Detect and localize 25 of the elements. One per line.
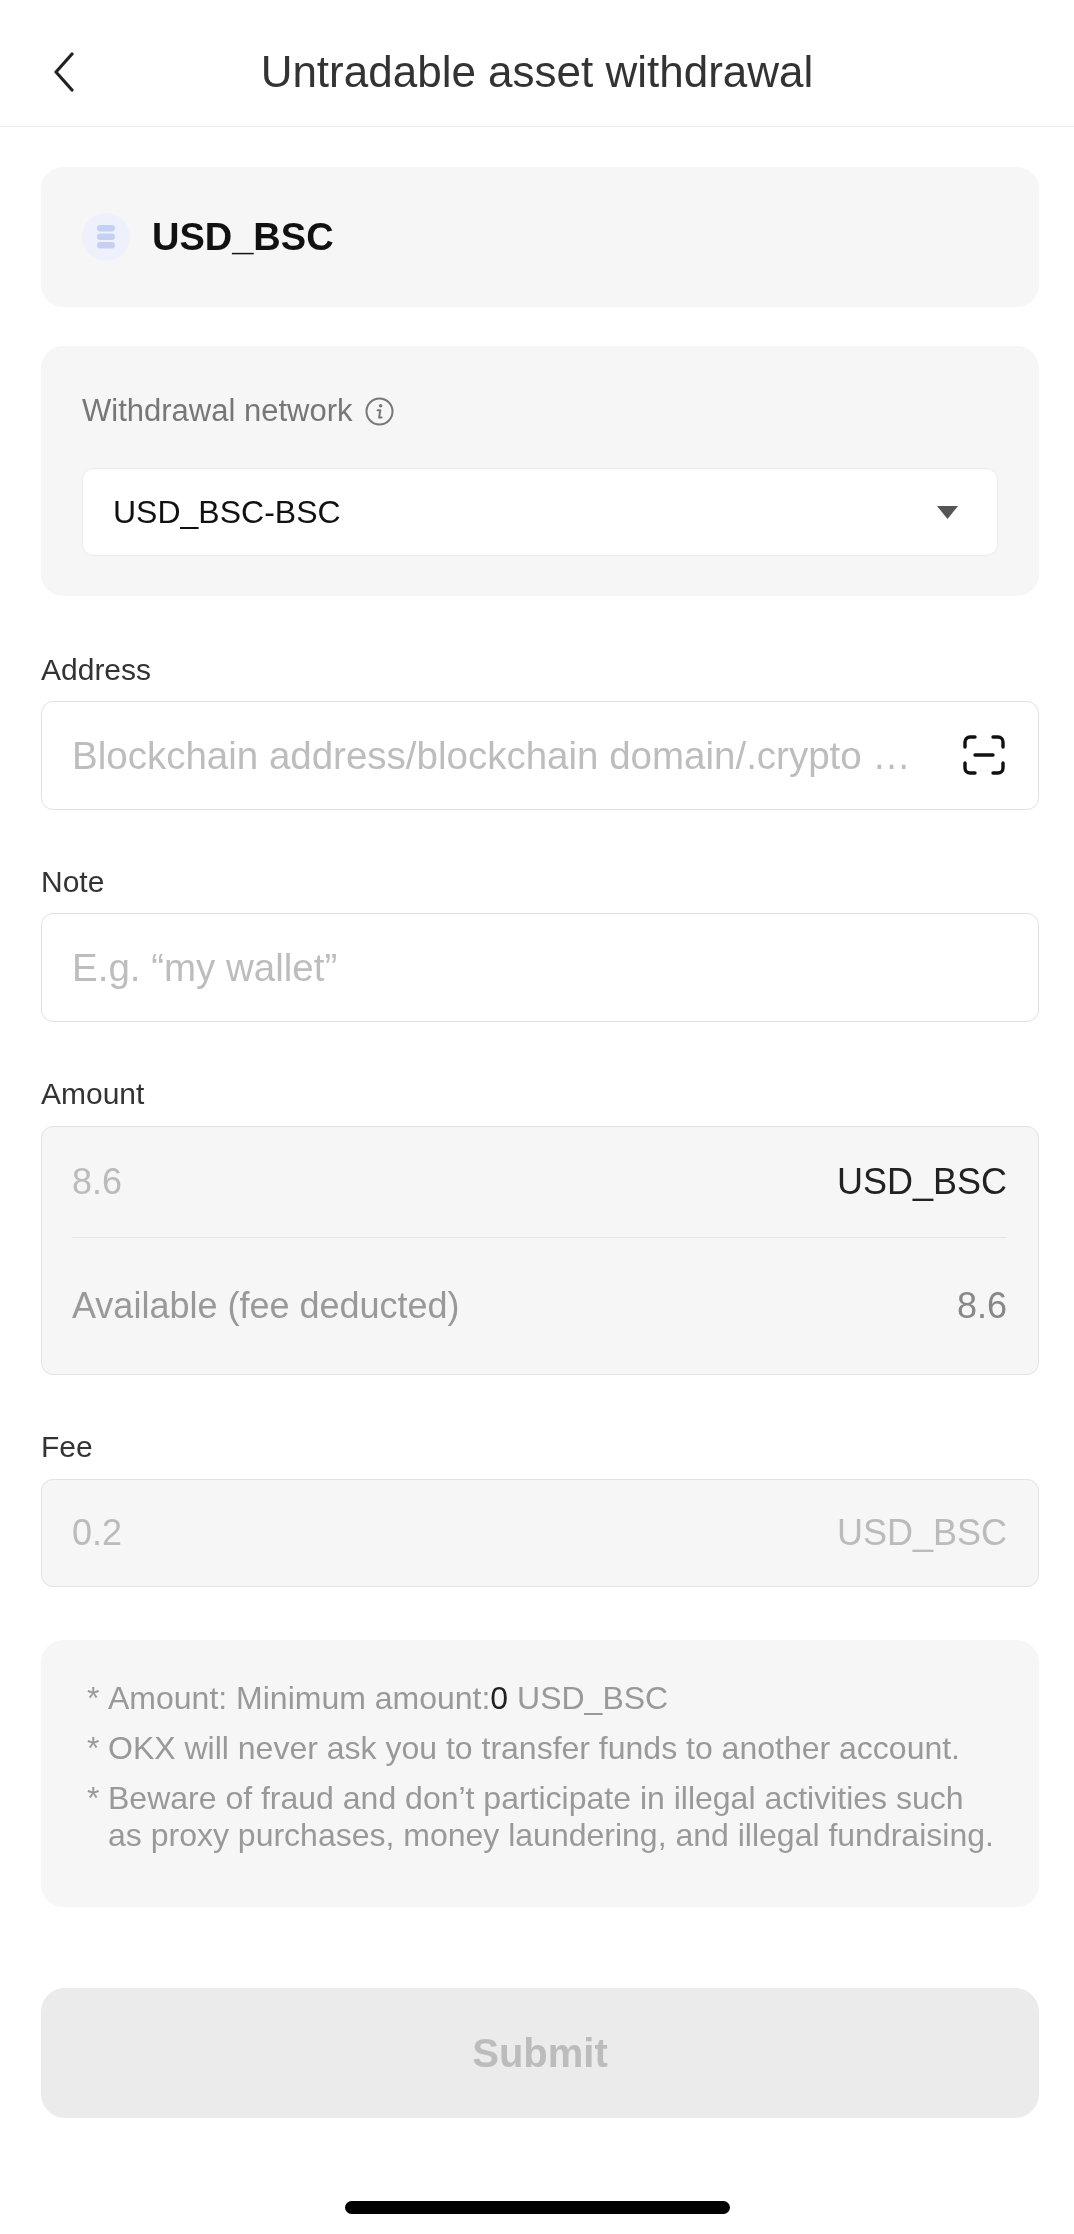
available-value: 8.6 bbox=[956, 1285, 1007, 1327]
back-icon[interactable] bbox=[53, 51, 75, 92]
network-dropdown[interactable]: USD_BSC-BSC bbox=[82, 468, 998, 556]
field-label: Withdrawal network bbox=[82, 393, 353, 429]
notice-text: Beware of fraud and don’t participate in illegal activities such as proxy purchases, money laundering, and illegal fundraising. bbox=[108, 1780, 995, 1854]
note-field[interactable]: E.g. “my wallet” bbox=[41, 913, 1039, 1022]
caret-icon bbox=[937, 505, 958, 519]
note-bullet: * bbox=[87, 1730, 101, 1767]
note-bullet: * bbox=[87, 1780, 101, 1818]
coin-stack-icon bbox=[82, 213, 130, 261]
field-label: Note bbox=[41, 864, 105, 900]
unit-label: USD_BSC bbox=[836, 1161, 1007, 1203]
unit-label: USD_BSC bbox=[836, 1512, 1007, 1554]
page-title: Untradable asset withdrawal bbox=[260, 46, 814, 97]
field-label: Amount bbox=[41, 1076, 145, 1112]
scan-icon[interactable] bbox=[963, 735, 1005, 775]
field-label: Fee bbox=[41, 1429, 93, 1465]
coin-symbol: USD_BSC bbox=[152, 215, 334, 259]
notice-text: OKX will never ask you to transfer funds to another account. bbox=[108, 1730, 960, 1767]
notice-text: Amount: Minimum amount:0 USD_BSC bbox=[108, 1680, 669, 1717]
note-bullet: * bbox=[87, 1680, 101, 1717]
address-field[interactable]: Blockchain address/blockchain domain/.crypto … bbox=[41, 701, 1039, 810]
available-label: Available (fee deducted) bbox=[72, 1285, 460, 1327]
field-label: Address bbox=[41, 652, 152, 688]
info-icon[interactable] bbox=[365, 396, 395, 426]
